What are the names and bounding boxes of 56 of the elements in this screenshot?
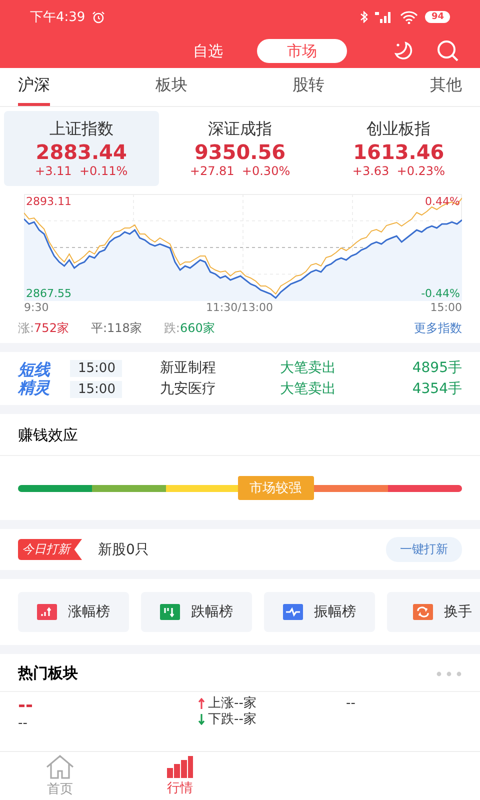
index-card[interactable]: 深证成指 9350.56 +27.81 +0.30%: [162, 111, 318, 186]
chart-low-percent: -0.44%: [421, 287, 460, 300]
alarm-icon: [92, 10, 106, 24]
fall-count: 跌:660家: [164, 320, 215, 337]
signal-icon: [375, 11, 394, 23]
market-tab[interactable]: 股转: [292, 68, 325, 106]
time-label: 9:30: [24, 301, 49, 314]
battery-indicator: 94: [425, 11, 450, 23]
volume-label: 4354手: [412, 380, 462, 398]
header-tab[interactable]: 市场: [257, 39, 347, 63]
bluetooth-icon: [360, 11, 368, 23]
spirit-logo[interactable]: 短线精灵: [18, 360, 60, 396]
bar-chart-icon: [167, 756, 193, 778]
status-time: 下午4:39: [30, 9, 86, 26]
search-icon[interactable]: [436, 39, 460, 63]
fall-count: 下跌--家: [208, 712, 256, 728]
ranking-button[interactable]: 换手: [387, 592, 480, 632]
market-tab[interactable]: 沪深: [18, 68, 50, 106]
down-arrow-icon: [198, 714, 205, 725]
time-label: 11:30/13:00: [206, 301, 274, 314]
ipo-tag: 今日打新: [18, 539, 82, 560]
chart-high-label: 2893.11: [26, 195, 72, 208]
wifi-icon: [400, 10, 418, 24]
time-tag: 15:00: [70, 380, 122, 398]
event-label: 大笔卖出: [280, 359, 336, 377]
rise-count: 涨:752家: [18, 320, 69, 337]
header-tab[interactable]: 自选: [165, 39, 251, 63]
ipo-text: 新股0只: [98, 540, 149, 558]
flat-count: 平:118家: [90, 320, 142, 337]
index-card[interactable]: 创业板指 1613.46 +3.63 +0.23%: [321, 111, 476, 186]
nav-item[interactable]: 行情: [120, 752, 240, 800]
stock-name: 新亚制程: [160, 359, 217, 377]
section-title: 热门板块: [18, 664, 78, 683]
index-card[interactable]: 上证指数 2883.44 +3.11 +0.11%: [4, 111, 159, 186]
market-tab[interactable]: 板块: [155, 68, 188, 106]
time-label: 15:00: [430, 301, 462, 314]
sector-name: --: [18, 696, 34, 716]
chart-low-label: 2867.55: [26, 287, 72, 300]
chart-high-percent: 0.44%: [425, 195, 460, 208]
event-label: 大笔卖出: [280, 380, 336, 398]
market-tab[interactable]: 其他: [430, 68, 462, 106]
up-arrow-icon: [198, 698, 205, 710]
ranking-button[interactable]: 跌幅榜: [141, 592, 252, 632]
time-tag: 15:00: [70, 360, 122, 376]
volume-label: 4895手: [412, 359, 462, 377]
sector-change: --: [18, 716, 28, 732]
stock-name: 九安医疗: [160, 380, 217, 398]
one-click-ipo-button[interactable]: 一键打新: [386, 537, 462, 562]
more-indices-link[interactable]: 更多指数: [414, 320, 462, 337]
sentiment-badge: 市场较强: [238, 476, 314, 500]
rise-count: 上涨--家: [208, 696, 256, 712]
ranking-button[interactable]: 振幅榜: [264, 592, 375, 632]
leading-stock: --: [346, 696, 356, 713]
section-title: 赚钱效应: [0, 414, 480, 456]
home-icon: [45, 754, 75, 778]
ranking-button[interactable]: 涨幅榜: [18, 592, 129, 632]
